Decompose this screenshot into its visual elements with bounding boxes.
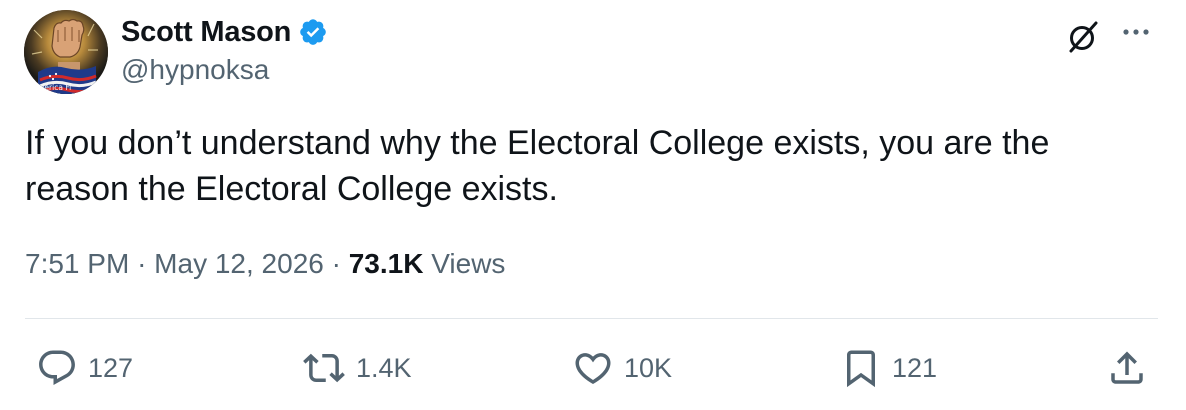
avatar[interactable]: America Fi bbox=[24, 10, 108, 94]
verified-badge-icon bbox=[298, 17, 328, 47]
tweet-card: America Fi Scott Mason @hypnoksa If you … bbox=[0, 0, 1186, 410]
avatar-text: America Fi bbox=[32, 83, 71, 92]
repost-count: 1.4K bbox=[356, 352, 412, 383]
like-count: 10K bbox=[624, 352, 673, 383]
views-label: Views bbox=[431, 248, 506, 279]
bookmark-count: 121 bbox=[892, 352, 938, 383]
tweet-text: If you don’t understand why the Electora… bbox=[25, 124, 1050, 208]
like-button[interactable]: 10K bbox=[572, 346, 672, 390]
tweet-date[interactable]: May 12, 2026 bbox=[154, 248, 324, 279]
repost-button[interactable]: 1.4K bbox=[302, 346, 412, 390]
author-display-name[interactable]: Scott Mason bbox=[121, 16, 291, 49]
tweet-meta: 7:51 PM · May 12, 2026 · 73.1K Views bbox=[25, 248, 505, 280]
meta-separator: · bbox=[331, 248, 341, 279]
avatar-image: America Fi bbox=[24, 10, 108, 94]
reply-icon bbox=[39, 350, 75, 385]
heart-icon bbox=[575, 353, 611, 385]
author-name-row: Scott Mason bbox=[121, 14, 328, 50]
bookmark-icon bbox=[847, 350, 875, 388]
share-icon bbox=[1111, 351, 1143, 384]
views-count[interactable]: 73.1K bbox=[349, 248, 424, 279]
author-handle[interactable]: @hypnoksa bbox=[121, 54, 269, 86]
more-button[interactable] bbox=[1116, 16, 1156, 48]
more-icon bbox=[1123, 29, 1149, 35]
share-button[interactable] bbox=[1106, 346, 1148, 390]
meta-separator: · bbox=[137, 248, 147, 279]
grok-icon bbox=[1069, 21, 1098, 53]
bookmark-button[interactable]: 121 bbox=[840, 346, 937, 390]
reply-button[interactable]: 127 bbox=[36, 346, 133, 390]
divider bbox=[25, 318, 1158, 319]
reply-count: 127 bbox=[88, 352, 134, 383]
tweet-time[interactable]: 7:51 PM bbox=[25, 248, 129, 279]
repost-icon bbox=[303, 353, 345, 383]
grok-button[interactable] bbox=[1063, 16, 1103, 56]
